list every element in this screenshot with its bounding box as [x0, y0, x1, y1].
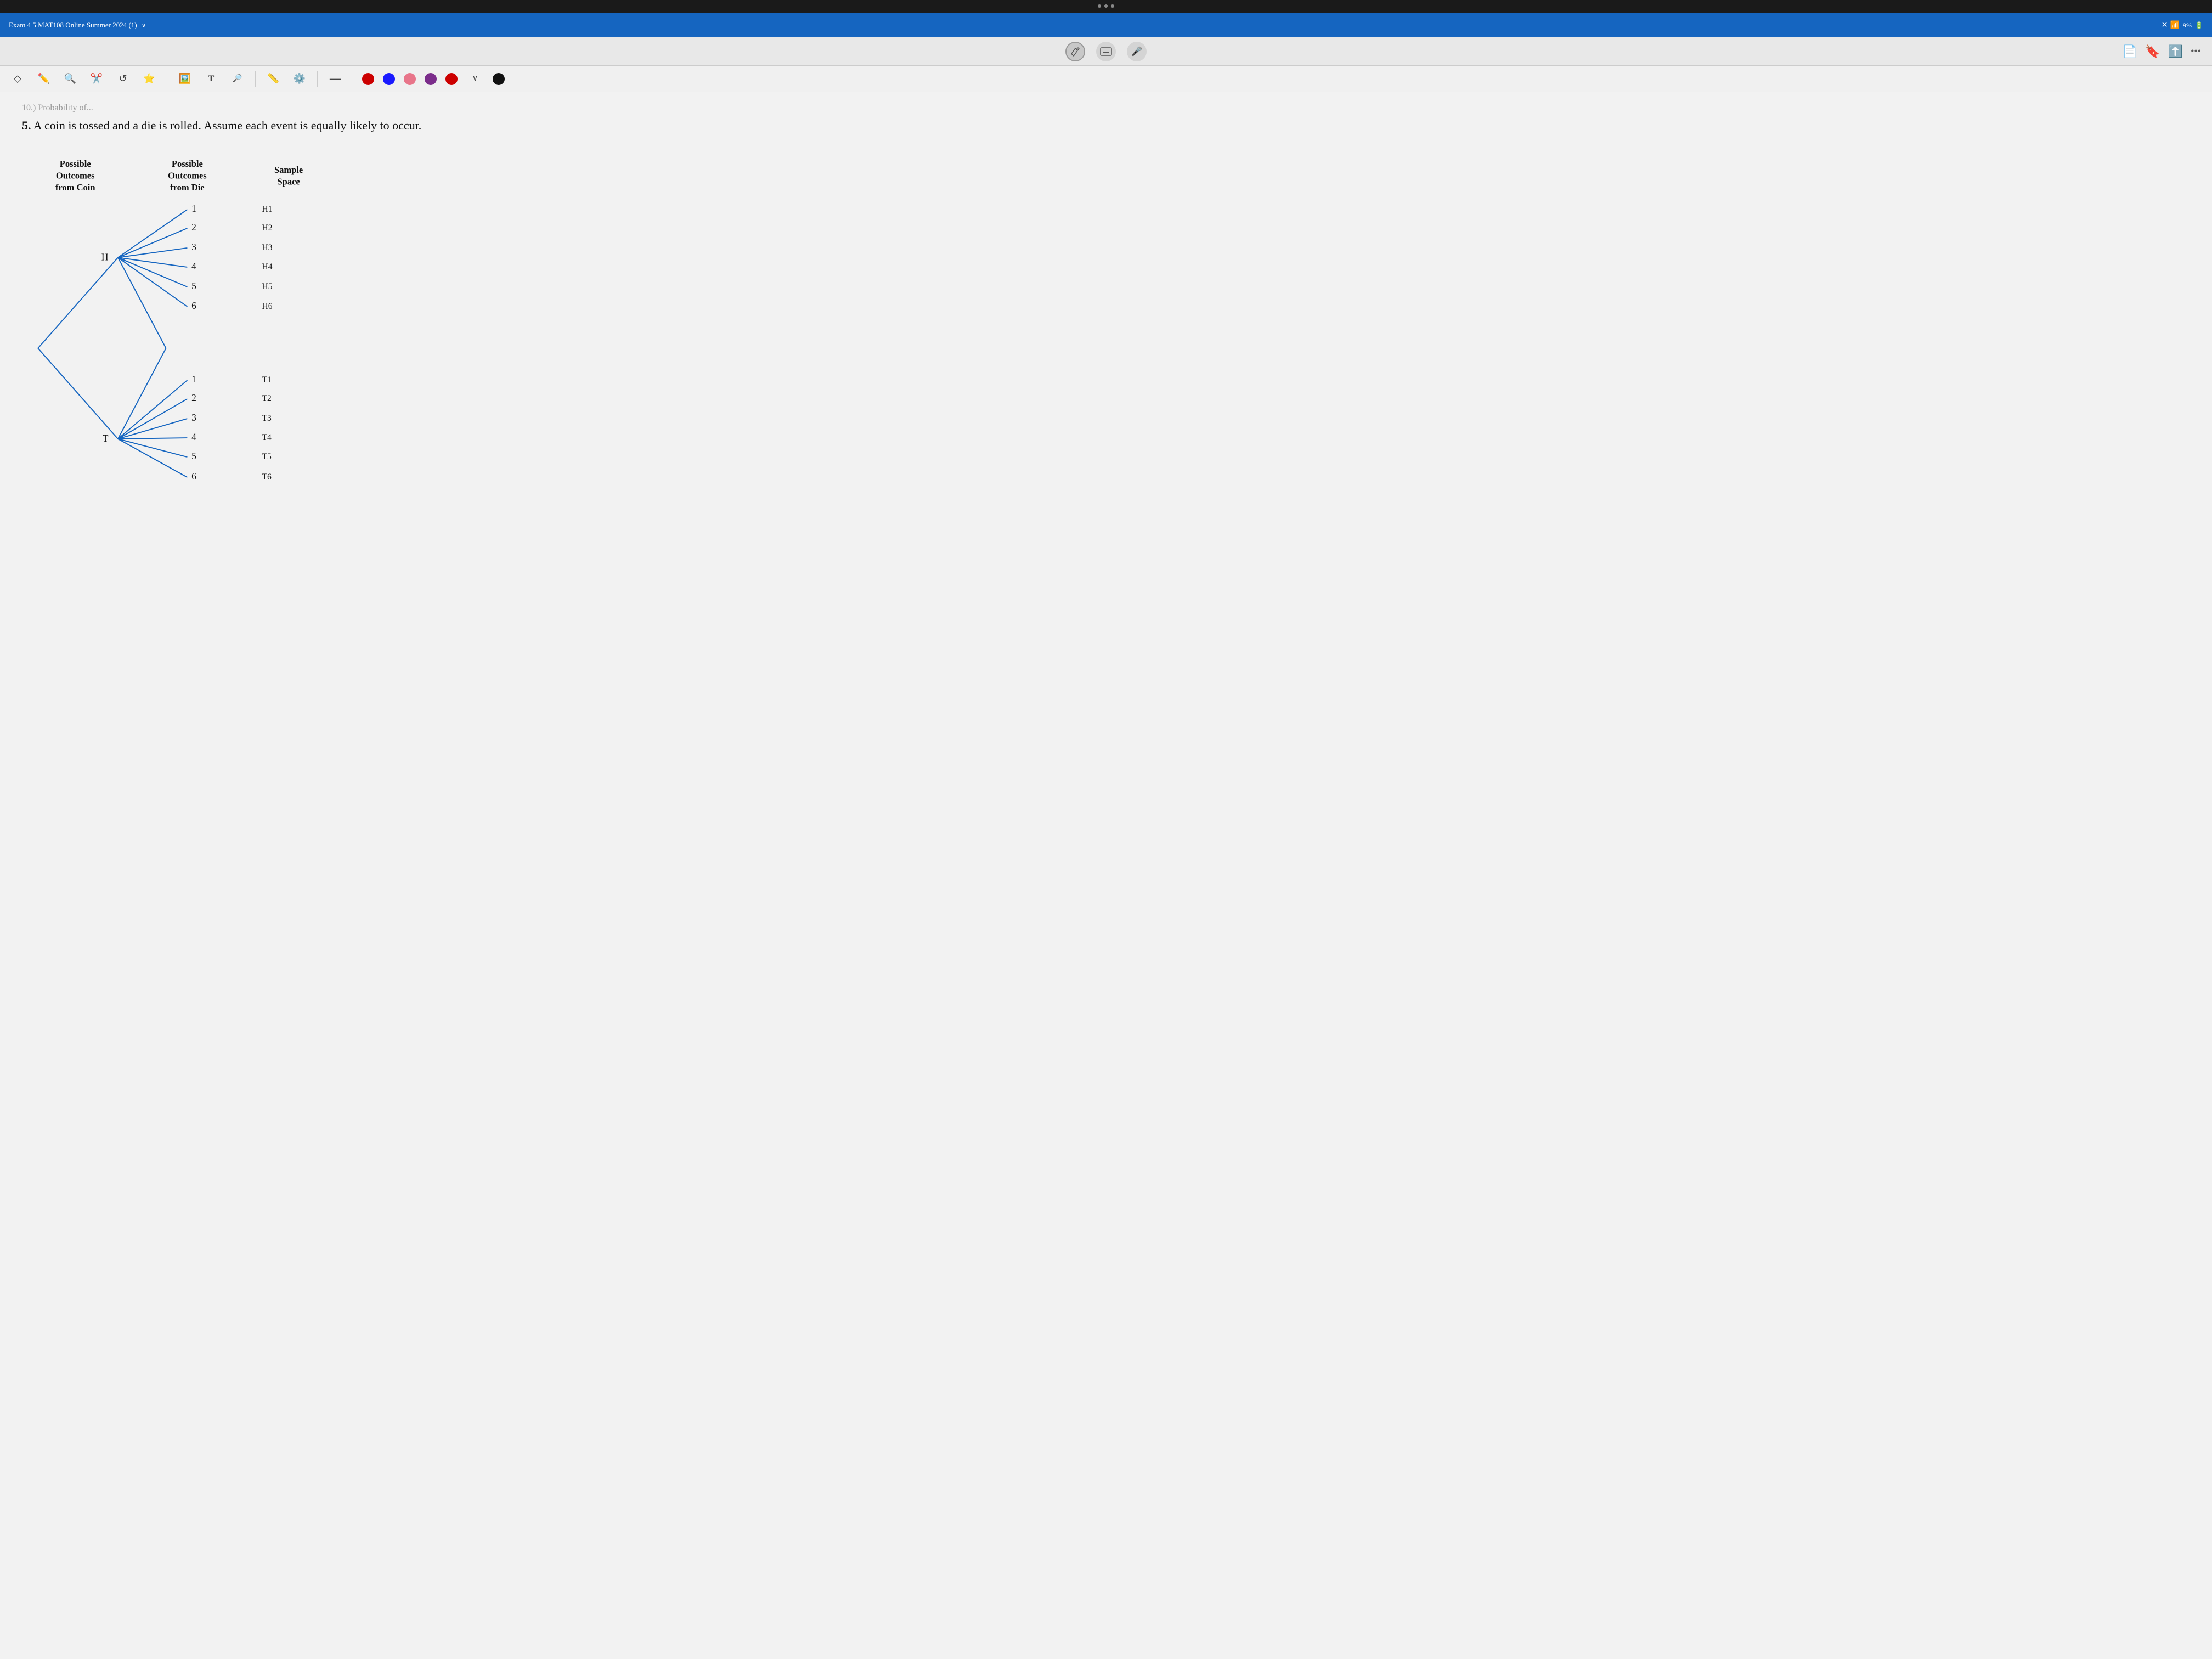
- sample-h2: H2: [262, 223, 273, 233]
- more-button[interactable]: •••: [2191, 46, 2201, 57]
- die-h4: 4: [191, 261, 196, 272]
- h-to-1: [118, 210, 187, 258]
- lasso-tool[interactable]: ◇: [9, 70, 26, 88]
- sample-h4: H4: [262, 262, 273, 272]
- cut-tool[interactable]: ✂️: [88, 70, 105, 88]
- die-t5: 5: [191, 450, 196, 461]
- keyboard-button[interactable]: [1096, 42, 1116, 61]
- tree-diagram-svg: Possible Outcomes from Coin Possible Out…: [22, 151, 406, 535]
- annotation-toolbar: ◇ ✏️ 🔍 ✂️ ↺ ⭐ 🖼️ T 🔎 📏 ⚙️ — ∨: [0, 66, 2212, 92]
- line-tool[interactable]: —: [326, 70, 344, 88]
- diamond-left-bottom: [38, 348, 118, 439]
- sample-h3: H3: [262, 243, 273, 252]
- toolbar-separator-2: [255, 71, 256, 87]
- col-header-die-line1: Possible: [172, 159, 203, 169]
- problem-number: 5.: [22, 119, 31, 132]
- settings-tool[interactable]: ⚙️: [291, 70, 308, 88]
- die-t4: 4: [191, 431, 196, 442]
- problem-statement: 5. A coin is tossed and a die is rolled.…: [22, 116, 2190, 134]
- tab-bar: Exam 4 5 MAT108 Online Summer 2024 (1) ∨…: [0, 13, 2212, 37]
- three-dots-indicator: [1098, 4, 1114, 8]
- sample-t4: T4: [262, 433, 272, 442]
- image-tool[interactable]: 🖼️: [176, 70, 194, 88]
- main-content: 10.) Probability of... 5. A coin is toss…: [0, 92, 2212, 1659]
- t-to-3: [118, 419, 187, 439]
- color-purple[interactable]: [425, 73, 437, 85]
- col-header-die-line3: from Die: [170, 182, 205, 193]
- sample-t5: T5: [262, 452, 272, 461]
- die-t1: 1: [191, 374, 196, 385]
- tab-close-button[interactable]: ✕: [2159, 20, 2170, 31]
- col-header-coin-line1: Possible: [60, 159, 91, 169]
- die-h5: 5: [191, 280, 196, 291]
- t-to-5: [118, 439, 187, 457]
- toolbar-right: 📄 🔖 ⬆️ •••: [2123, 44, 2201, 59]
- search-tool-2[interactable]: 🔎: [229, 70, 246, 88]
- die-h2: 2: [191, 222, 196, 233]
- star-tool[interactable]: ⭐: [140, 70, 158, 88]
- col-header-coin-line3: from Coin: [55, 182, 95, 193]
- die-h6: 6: [191, 300, 196, 311]
- t-to-6: [118, 439, 187, 477]
- die-t6: 6: [191, 471, 196, 482]
- sample-t6: T6: [262, 472, 272, 482]
- bookmark-button[interactable]: 🔖: [2145, 44, 2160, 59]
- wifi-icon: 📶: [2170, 21, 2180, 30]
- color-black[interactable]: [493, 73, 505, 85]
- col-header-sample-line2: Space: [277, 176, 300, 187]
- col-header-coin-line2: Outcomes: [56, 171, 95, 181]
- die-h1: 1: [191, 203, 196, 214]
- col-header-sample-line1: Sample: [274, 165, 303, 175]
- search-tool[interactable]: 🔍: [61, 70, 79, 88]
- color-red-2[interactable]: [445, 73, 458, 85]
- sample-t3: T3: [262, 414, 272, 423]
- pen-tool[interactable]: ✏️: [35, 70, 53, 88]
- problem-text-body: A coin is tossed and a die is rolled. As…: [33, 119, 422, 132]
- color-blue[interactable]: [383, 73, 395, 85]
- share-button[interactable]: ⬆️: [2168, 44, 2183, 59]
- t-to-1: [118, 380, 187, 439]
- microphone-button[interactable]: 🎤: [1127, 42, 1147, 61]
- color-red[interactable]: [362, 73, 374, 85]
- add-page-button[interactable]: 📄: [2123, 44, 2137, 59]
- dropdown-chevron[interactable]: ∨: [142, 21, 146, 30]
- toolbar-center: 🎤: [1065, 42, 1147, 61]
- tab-title-text: Exam 4 5 MAT108 Online Summer 2024 (1): [9, 21, 137, 30]
- sample-t1: T1: [262, 375, 272, 385]
- screen: Exam 4 5 MAT108 Online Summer 2024 (1) ∨…: [0, 0, 2212, 1659]
- previous-problem-partial: 10.) Probability of...: [22, 103, 2190, 113]
- battery-icon: 🔋: [2195, 21, 2203, 30]
- toolbar: 🎤 📄 🔖 ⬆️ •••: [0, 37, 2212, 66]
- sample-h1: H1: [262, 205, 273, 214]
- text-tool[interactable]: T: [202, 70, 220, 88]
- sample-h5: H5: [262, 282, 273, 291]
- tree-diagram-container: Possible Outcomes from Coin Possible Out…: [22, 151, 2190, 538]
- color-pink[interactable]: [404, 73, 416, 85]
- sample-t2: T2: [262, 394, 272, 403]
- die-h3: 3: [191, 241, 196, 252]
- tab-title: Exam 4 5 MAT108 Online Summer 2024 (1) ∨: [9, 21, 2159, 30]
- diamond-top-right: [118, 257, 166, 348]
- color-expand[interactable]: ∨: [466, 70, 484, 88]
- system-bar-right: 📶 9% 🔋: [2170, 21, 2203, 30]
- die-t2: 2: [191, 392, 196, 403]
- sample-h6: H6: [262, 302, 273, 311]
- ruler-tool[interactable]: 📏: [264, 70, 282, 88]
- col-header-die-line2: Outcomes: [168, 171, 207, 181]
- diamond-left-top: [38, 257, 118, 348]
- battery-percent: 9%: [2183, 21, 2192, 30]
- die-t3: 3: [191, 412, 196, 423]
- t-to-4: [118, 438, 187, 439]
- annotate-button[interactable]: [1065, 42, 1085, 61]
- toolbar-separator-3: [317, 71, 318, 87]
- undo-tool[interactable]: ↺: [114, 70, 132, 88]
- t-node-label: T: [103, 433, 109, 444]
- h-node-label: H: [101, 251, 109, 262]
